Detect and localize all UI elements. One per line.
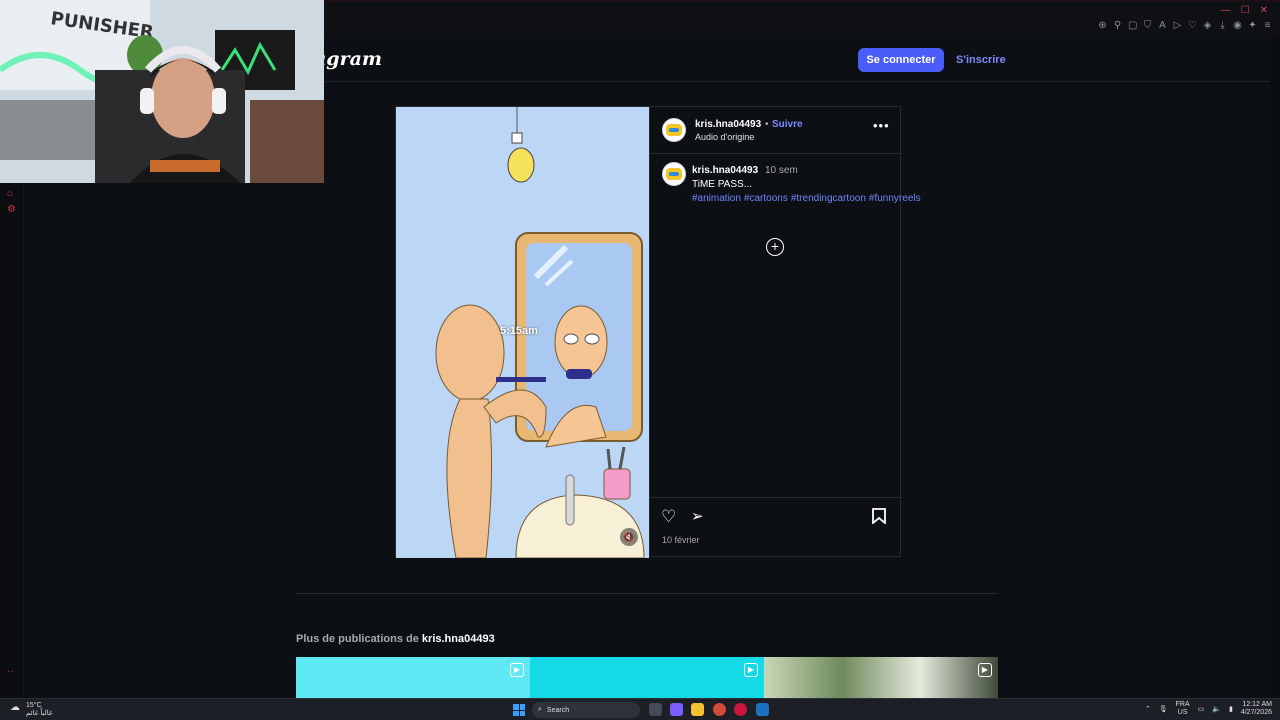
section-divider: [296, 593, 998, 594]
chevron-up-icon[interactable]: ⌃: [1145, 705, 1151, 713]
battery-icon[interactable]: ▮: [1229, 705, 1233, 713]
post-username[interactable]: kris.hna04493: [695, 119, 761, 130]
chrome-icon[interactable]: [713, 703, 726, 716]
window-controls: — ☐ ✕: [1221, 5, 1268, 16]
heart-toolbar-icon[interactable]: ♡: [1188, 21, 1197, 31]
avatar[interactable]: [662, 118, 686, 142]
network-icon[interactable]: ▭: [1198, 705, 1205, 713]
webcam-overlay: PUNISHER: [0, 0, 324, 183]
post-header: kris.hna04493 • Suivre Audio d'origine •…: [650, 107, 902, 154]
hashtag-link[interactable]: #trendingcartoon: [791, 193, 866, 204]
ai-icon[interactable]: ✦: [1248, 21, 1257, 31]
hashtag-link[interactable]: #funnyreels: [869, 193, 921, 204]
minimize-icon[interactable]: —: [1221, 5, 1231, 16]
opera-gx-icon[interactable]: [734, 703, 747, 716]
tab-icon[interactable]: ▢: [1128, 21, 1137, 31]
caption-time: 10 sem: [765, 165, 798, 176]
more-posts-prefix: Plus de publications de: [296, 633, 419, 645]
discord-icon[interactable]: [670, 703, 683, 716]
caption-username[interactable]: kris.hna04493: [692, 165, 758, 176]
heart-icon[interactable]: ♡: [661, 508, 676, 526]
plus-circle-icon[interactable]: +: [766, 238, 784, 256]
translate-icon[interactable]: A: [1158, 21, 1167, 31]
clock[interactable]: 12:12 AM 4/27/2026: [1241, 701, 1272, 717]
mic-icon[interactable]: 🎙: [1159, 705, 1168, 713]
weather-temp: 15°C: [26, 702, 42, 709]
reel-icon: ▶: [510, 663, 524, 677]
more-posts-grid: ▶ ▶ ▶: [296, 657, 998, 698]
windows-start-icon[interactable]: [513, 704, 525, 716]
caption-avatar[interactable]: [662, 162, 686, 186]
shield-icon[interactable]: ⛉: [1143, 21, 1152, 31]
post-thumbnail[interactable]: ▶: [530, 657, 764, 698]
scrollbar[interactable]: [1270, 38, 1280, 698]
webcam-feed: PUNISHER: [0, 0, 324, 183]
dots-rail-icon[interactable]: ··: [7, 666, 14, 677]
more-horizontal-icon[interactable]: •••: [873, 118, 890, 133]
post-sidebar: kris.hna04493 • Suivre Audio d'origine •…: [649, 107, 921, 556]
hashtag-link[interactable]: #animation: [692, 193, 741, 204]
lang-bottom: US: [1177, 709, 1188, 716]
reel-icon: ▶: [978, 663, 992, 677]
audio-label[interactable]: Audio d'origine: [695, 132, 754, 142]
hashtag-list: #animation #cartoons #trendingcartoon #funn…: [692, 192, 921, 206]
send-icon[interactable]: ➢: [691, 508, 704, 526]
post-actions: ♡ ➢ 10 février: [650, 497, 902, 556]
search-icon: ⌕: [538, 706, 542, 713]
post-card: 5:15am 🔇 kris.hna04493 • Suivre Audio d'…: [395, 106, 921, 558]
steam-icon[interactable]: [756, 703, 769, 716]
file-explorer-icon[interactable]: [691, 703, 704, 716]
login-button[interactable]: Se connecter: [858, 48, 944, 72]
reel-video[interactable]: 5:15am 🔇: [396, 107, 649, 558]
cube-icon[interactable]: ◈: [1203, 21, 1212, 31]
search-label: Search: [546, 706, 570, 714]
post-thumbnail[interactable]: ▶: [296, 657, 530, 698]
cloud-icon: ☁: [10, 702, 20, 713]
lang-top: FRA: [1175, 701, 1190, 708]
language-indicator[interactable]: FRA US: [1176, 701, 1190, 717]
browser-toolbar-icons: ⊕ ⚲ ▢ ⛉ A ▷ ♡ ◈ ⤓ ◉ ✦ ≡: [1098, 21, 1272, 31]
post-date[interactable]: 10 février: [662, 535, 700, 545]
camera-icon[interactable]: ◉: [1233, 21, 1242, 31]
clock-time: 12:12 AM: [1242, 701, 1272, 708]
volume-icon[interactable]: 🔈: [1212, 705, 1221, 713]
bookmark-icon[interactable]: [872, 508, 886, 529]
menu-icon[interactable]: ≡: [1263, 21, 1272, 31]
hashtag-link[interactable]: #cartoons: [744, 193, 788, 204]
windows-taskbar: ☁ 15°C غالباً غائم ⌕ Search ⌃ 🎙 FRA US ▭…: [0, 698, 1280, 720]
instagram-logo[interactable]: agram: [314, 48, 382, 70]
download-icon[interactable]: ⤓: [1218, 21, 1227, 31]
speaker-muted-icon[interactable]: 🔇: [620, 528, 638, 546]
follow-button[interactable]: Suivre: [772, 119, 803, 130]
separator-dot: •: [765, 119, 769, 130]
caption-text: TiME PASS...: [692, 179, 753, 190]
pin-icon[interactable]: ⚲: [1113, 21, 1122, 31]
weather-desc: غالباً غائم: [26, 710, 53, 717]
reel-icon: ▶: [744, 663, 758, 677]
more-posts-username[interactable]: kris.hna04493: [422, 633, 495, 645]
maximize-icon[interactable]: ☐: [1241, 5, 1250, 16]
zoom-icon[interactable]: ⊕: [1098, 21, 1107, 31]
post-thumbnail[interactable]: ▶: [764, 657, 998, 698]
more-posts-title: Plus de publications de kris.hna04493: [296, 633, 495, 645]
video-time-overlay: 5:15am: [500, 325, 538, 337]
task-view-icon[interactable]: [649, 703, 662, 716]
settings-rail-icon[interactable]: ⚙: [7, 204, 16, 215]
signup-link[interactable]: S'inscrire: [956, 48, 1006, 72]
home-rail-icon[interactable]: ⌂: [7, 188, 13, 199]
clock-date: 4/27/2026: [1240, 709, 1272, 716]
taskbar-search[interactable]: ⌕ Search: [532, 702, 640, 718]
play-icon[interactable]: ▷: [1173, 21, 1182, 31]
system-tray: ⌃ 🎙 FRA US ▭ 🔈 ▮ 12:12 AM 4/27/2026: [1145, 701, 1272, 717]
close-icon[interactable]: ✕: [1260, 5, 1268, 16]
